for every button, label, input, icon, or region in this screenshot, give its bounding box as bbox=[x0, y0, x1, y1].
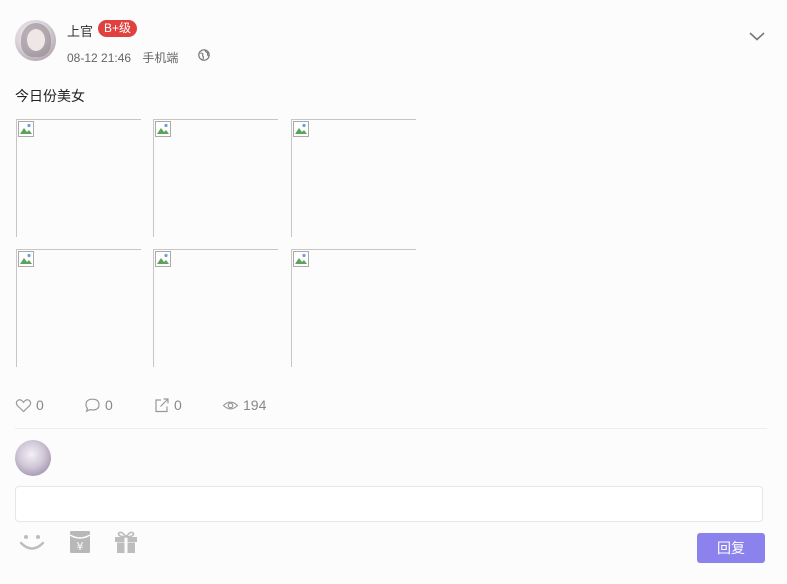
broken-image-icon bbox=[293, 121, 309, 137]
view-count: 194 bbox=[243, 397, 267, 413]
red-envelope-icon[interactable]: ¥ bbox=[69, 530, 91, 554]
comment-icon bbox=[85, 398, 100, 412]
post-image[interactable] bbox=[153, 119, 278, 237]
reply-button[interactable]: 回复 bbox=[697, 533, 765, 563]
broken-image-icon bbox=[18, 251, 34, 267]
globe-icon bbox=[198, 49, 210, 61]
avatar-face bbox=[27, 29, 45, 51]
post-timestamp: 08-12 21:46 bbox=[67, 51, 132, 65]
post-image[interactable] bbox=[291, 249, 416, 367]
broken-image-icon bbox=[155, 251, 171, 267]
share-icon bbox=[155, 397, 169, 412]
broken-image-icon bbox=[293, 251, 309, 267]
svg-text:¥: ¥ bbox=[77, 540, 84, 553]
eye-icon bbox=[222, 401, 239, 409]
reply-input[interactable] bbox=[15, 486, 763, 522]
divider bbox=[15, 428, 767, 429]
post-image[interactable] bbox=[16, 119, 141, 237]
level-badge: B+级 bbox=[98, 20, 138, 37]
like-count: 0 bbox=[36, 397, 44, 413]
post-image[interactable] bbox=[16, 249, 141, 367]
heart-icon bbox=[15, 398, 32, 412]
post-device: 手机端 bbox=[142, 51, 179, 65]
post-image[interactable] bbox=[153, 249, 278, 367]
author-avatar[interactable] bbox=[15, 20, 56, 61]
share-button[interactable]: 0 bbox=[153, 396, 182, 414]
current-user-avatar bbox=[15, 440, 51, 476]
author-name[interactable]: 上官 bbox=[67, 21, 93, 40]
broken-image-icon bbox=[18, 121, 34, 137]
view-stat: 194 bbox=[222, 396, 266, 414]
chevron-down-icon[interactable] bbox=[748, 30, 766, 42]
comment-button[interactable]: 0 bbox=[84, 396, 113, 414]
image-grid bbox=[16, 119, 416, 369]
smiley-icon[interactable] bbox=[18, 530, 46, 554]
like-button[interactable]: 0 bbox=[15, 396, 44, 414]
post-meta: 08-12 21:46 手机端 bbox=[67, 49, 178, 66]
post-card: 上官 B+级 08-12 21:46 手机端 今日份美女 0 0 0 194 ¥… bbox=[0, 0, 787, 578]
share-count: 0 bbox=[174, 397, 182, 413]
post-image[interactable] bbox=[291, 119, 416, 237]
broken-image-icon bbox=[155, 121, 171, 137]
gift-icon[interactable] bbox=[113, 530, 139, 554]
post-text: 今日份美女 bbox=[15, 88, 85, 104]
comment-count: 0 bbox=[105, 397, 113, 413]
